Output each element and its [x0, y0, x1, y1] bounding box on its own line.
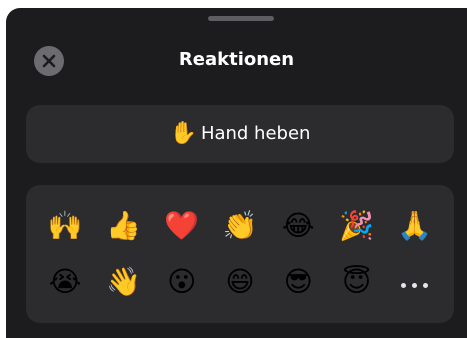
raised-hand-icon: ✋ [169, 121, 197, 146]
reaction-party-popper[interactable]: 🎉 [327, 199, 385, 253]
raise-hand-button[interactable]: ✋ Hand heben [26, 105, 454, 163]
reaction-open-mouth[interactable]: 😮 [153, 255, 211, 309]
more-icon-dot [423, 282, 429, 288]
reactions-sheet: Reaktionen ✋ Hand heben 🙌 👍 ❤️ 👏 😂 🎉 🙏 😭… [6, 8, 467, 338]
reactions-grid: 🙌 👍 ❤️ 👏 😂 🎉 🙏 😭 👋 😮 😄 😎 😇 [36, 199, 444, 309]
reactions-panel: 🙌 👍 ❤️ 👏 😂 🎉 🙏 😭 👋 😮 😄 😎 😇 [26, 185, 454, 323]
reaction-folded-hands[interactable]: 🙏 [386, 199, 444, 253]
more-reactions-button[interactable] [386, 255, 444, 309]
reaction-thumbs-up[interactable]: 👍 [94, 199, 152, 253]
more-icon [398, 273, 431, 292]
reaction-sunglasses[interactable]: 😎 [269, 255, 327, 309]
reaction-loudly-crying[interactable]: 😭 [36, 255, 94, 309]
more-icon-dot [401, 282, 407, 288]
reaction-waving-hand[interactable]: 👋 [94, 255, 152, 309]
reaction-raising-hands[interactable]: 🙌 [36, 199, 94, 253]
sheet-grabber[interactable] [208, 16, 274, 21]
reaction-grinning-smile[interactable]: 😄 [211, 255, 269, 309]
more-icon-dot [412, 282, 418, 288]
raise-hand-label: Hand heben [200, 123, 311, 144]
sheet-title: Reaktionen [178, 49, 295, 70]
reaction-halo[interactable]: 😇 [327, 255, 385, 309]
reaction-clapping-hands[interactable]: 👏 [211, 199, 269, 253]
reaction-tears-of-joy[interactable]: 😂 [269, 199, 327, 253]
reaction-red-heart[interactable]: ❤️ [153, 199, 211, 253]
